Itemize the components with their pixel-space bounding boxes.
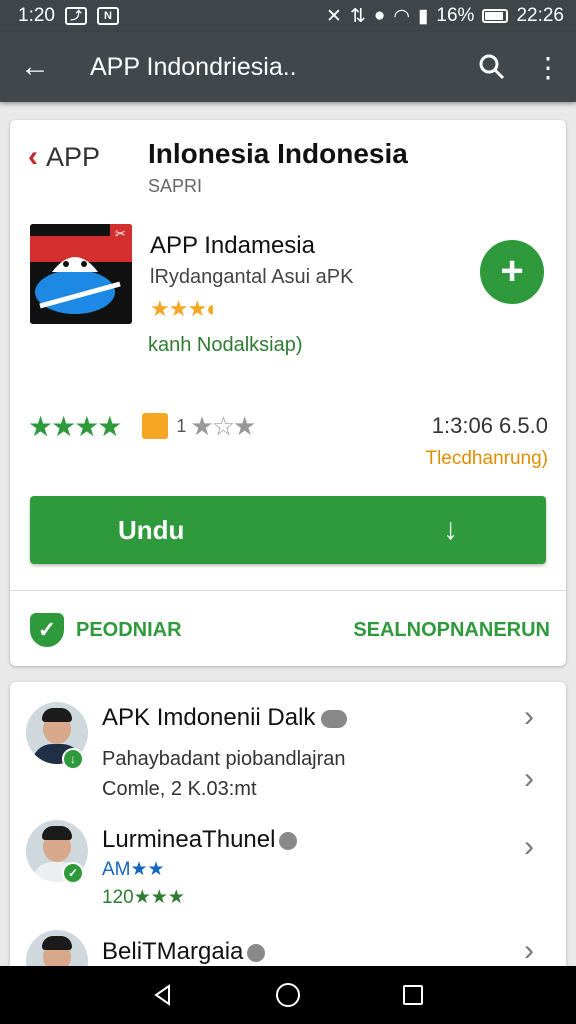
app-star-rating: ★★★◐ — [150, 296, 219, 321]
chevron-left-icon: ‹ — [28, 140, 38, 173]
app-note: kanh Nodalksiap) — [148, 334, 303, 356]
app-name: APP Indamesia — [150, 232, 315, 259]
info-icon — [247, 943, 266, 962]
shield-check-icon: ✓ — [30, 613, 64, 647]
list-item-line: Pahaybadant piobandlajran — [102, 748, 346, 770]
trend-label: Tlecdhanrung) — [425, 448, 548, 469]
install-button[interactable]: Undu ↓ — [30, 496, 546, 564]
footer-row: ✓ PEODNIAR SEALNOPNANERUN — [30, 610, 550, 650]
rating-count: 1 — [176, 415, 187, 436]
footer-right-link[interactable]: SEALNOPNANERUN — [353, 619, 550, 642]
related-list-card: ↓ APK Imdonenii Dalk Pahaybadant pioband… — [10, 682, 566, 972]
system-nav-bar — [0, 966, 576, 1024]
app-bar-title: APP Indondriesia.. — [90, 52, 297, 81]
verified-badge-icon: ↓ — [62, 748, 84, 770]
list-item-title: APK Imdonenii Dalk — [102, 704, 348, 732]
install-button-label: Undu — [118, 514, 185, 545]
info-icon — [279, 831, 298, 850]
app-detail-card: ‹ APP Inlonesia Indonesia SAPRI ✂ APP In… — [10, 120, 566, 666]
wifi-icon: ◠ — [393, 5, 410, 27]
battery-percent: 16% — [436, 5, 475, 26]
app-size: 1:3:06 6.5.0 — [431, 413, 548, 438]
nav-back-icon[interactable] — [133, 966, 193, 1024]
nav-recents-icon[interactable] — [383, 966, 443, 1024]
location-icon: ● — [373, 5, 386, 26]
rating-stars: ★★★★ — [28, 410, 122, 442]
add-button[interactable]: + — [480, 240, 544, 304]
chevron-right-icon[interactable]: › — [524, 830, 534, 864]
chevron-right-icon[interactable]: › — [524, 700, 534, 734]
mute-icon: ✕ — [326, 5, 342, 27]
nav-home-icon[interactable] — [258, 966, 318, 1024]
list-item-rating: AM★★ — [102, 859, 165, 880]
signal-icon: ▮ — [417, 5, 429, 27]
footer-left-link[interactable]: PEODNIAR — [76, 619, 182, 642]
list-item[interactable]: ↓ APK Imdonenii Dalk Pahaybadant pioband… — [10, 696, 566, 806]
tag-icon — [321, 709, 348, 728]
list-item-title: BeliTMargaia — [102, 938, 266, 966]
secondary-stars: ★☆★ — [190, 410, 256, 441]
rating-row: ★★★★ 1 ★☆★ 1:3:06 6.5.0 — [28, 408, 548, 444]
svg-text:✂: ✂ — [115, 227, 126, 242]
status-time: 1:20 — [18, 5, 55, 26]
notification-icon: N — [96, 7, 119, 25]
page-title: Inlonesia Indonesia — [148, 138, 408, 169]
divider — [10, 590, 566, 591]
list-item-downloads: 120★★★ — [102, 887, 185, 908]
breadcrumb[interactable]: ‹ APP — [28, 140, 100, 174]
search-icon[interactable] — [464, 32, 520, 102]
page-subtitle: SAPRI — [148, 176, 203, 196]
battery-icon — [482, 9, 509, 23]
chevron-right-icon[interactable]: › — [524, 934, 534, 968]
status-clock: 22:26 — [516, 5, 564, 26]
list-item[interactable]: ✓ LurmineaThunel AM★★ 120★★★ › — [10, 816, 566, 916]
chevron-right-icon[interactable]: › — [524, 762, 534, 796]
data-icon: ⇅ — [349, 5, 366, 27]
activity-icon: ⤴ — [64, 7, 87, 25]
status-bar: 1:20 ⤴ N ✕ ⇅ ● ◠ ▮ 16% 22:26 — [0, 0, 576, 32]
app-bar: ← APP Indondriesia.. ⋮ — [0, 32, 576, 102]
home-badge-icon — [142, 413, 169, 439]
list-item-title: LurmineaThunel — [102, 826, 298, 854]
app-developer[interactable]: lRydangantal Asui aPK — [150, 266, 353, 289]
list-item-line: Comle, 2 K.03:mt — [102, 778, 257, 800]
breadcrumb-label: APP — [46, 141, 101, 172]
download-arrow-icon: ↓ — [443, 513, 458, 546]
back-arrow-icon[interactable]: ← — [0, 32, 70, 102]
overflow-menu-icon[interactable]: ⋮ — [520, 32, 576, 102]
verified-badge-icon: ✓ — [62, 862, 84, 884]
app-icon: ✂ — [30, 224, 132, 324]
